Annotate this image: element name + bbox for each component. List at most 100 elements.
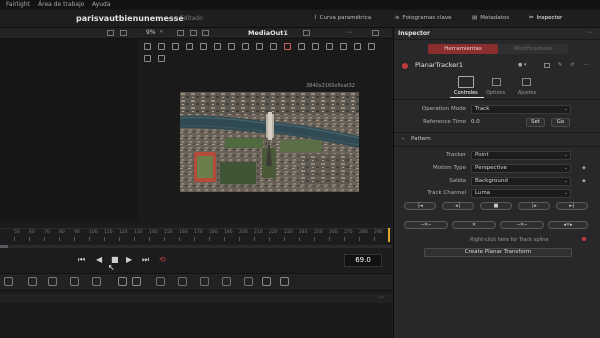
tab-tools[interactable]: Herramientas [428,44,498,54]
shape-options-icon[interactable] [368,43,375,50]
video-frame[interactable] [180,92,359,192]
options-tab-icon[interactable] [492,78,501,86]
tracker-select[interactable]: Point ⌄ [471,151,571,160]
loop-icon[interactable]: ⟲ [159,255,166,264]
smooth-point-icon[interactable] [298,43,305,50]
reference-time-value[interactable]: 0.0 [471,119,480,125]
inspector-more-icon[interactable]: ⋯ [586,29,592,36]
tab-modifiers[interactable]: Modificadores [498,44,568,54]
menu-help[interactable]: Ayuda [92,1,111,8]
zoom-caret-icon[interactable]: ▾ [160,29,163,35]
viewer-layout-icon[interactable] [107,30,114,36]
subtab-options[interactable]: Options [486,90,505,96]
polygon-tool-icon[interactable] [186,43,193,50]
node-color-icon[interactable]: ● ▾ [518,62,526,68]
track-forward-button[interactable]: │▸ [518,202,550,210]
tracker-point-icon[interactable] [284,43,291,50]
track-to-end-button[interactable]: ▸┤ [556,202,588,210]
play-icon[interactable]: ▶ [126,255,132,264]
operation-mode-select[interactable]: Track ⌄ [471,105,571,114]
node-enable-icon[interactable] [402,63,408,69]
subtab-settings[interactable]: Ajustes [518,90,536,96]
node-menu-icon[interactable]: ⋯ [584,62,589,68]
node-editor[interactable] [0,303,392,338]
inspector-button[interactable]: ✂ Inspector [529,15,562,21]
blur-icon[interactable] [92,277,101,286]
polygon-icon[interactable] [200,277,209,286]
delete-point-icon[interactable] [326,43,333,50]
go-to-end-icon[interactable]: ⏭ [142,255,149,265]
node-more-icon[interactable]: ⋯ [378,294,384,301]
paint-icon[interactable] [244,277,253,286]
node-lock-icon[interactable]: ✎ [558,62,562,68]
stop-tracking-button[interactable]: ■ [480,202,512,210]
node-version-icon[interactable] [544,63,550,68]
settings-tab-icon[interactable] [522,78,531,86]
track-to-start-button[interactable]: ├◂ [404,202,436,210]
crop-icon[interactable] [28,277,37,286]
trim-button[interactable]: ✕ [452,221,496,229]
mask-rect-icon[interactable] [156,277,165,286]
metadata-button[interactable]: ▤ Metadatos [472,15,509,21]
pattern-section[interactable]: Pattern [411,136,431,142]
track-channel-select[interactable]: Luma ⌄ [471,189,571,198]
text-icon[interactable] [118,277,127,286]
rectangle-tool-icon[interactable] [214,43,221,50]
project-dropdown-icon[interactable]: ⌄ [166,13,172,21]
select-tool-icon[interactable] [242,43,249,50]
create-planar-transform-button[interactable]: Create Planar Transform [424,248,572,257]
motion-type-keyframe-icon[interactable]: ◆ [582,165,586,171]
menu-workspace[interactable]: Área de trabajo [38,1,84,8]
playhead-end-marker[interactable] [388,228,390,242]
hand-tool-icon[interactable] [158,43,165,50]
play-reverse-icon[interactable]: ◀ [96,255,102,264]
viewer-node-caret-icon[interactable]: ▾ [285,29,288,35]
motion-type-select[interactable]: Perspective ⌄ [471,164,571,173]
zoom-select[interactable]: 9% [146,29,156,36]
keyframes-button[interactable]: ≋ Fotogramas clave [395,15,452,21]
current-frame-field[interactable]: 69.0 [344,254,382,267]
planar-tracker-icon[interactable] [280,277,289,286]
fit-icon[interactable] [177,30,184,36]
ellipse-tool-icon[interactable] [228,43,235,50]
linear-point-icon[interactable] [312,43,319,50]
tracker-icon[interactable] [262,277,271,286]
trim-after-button[interactable]: ─✕─ [500,221,544,229]
close-shape-icon[interactable] [340,43,347,50]
go-button[interactable]: Go [551,118,570,127]
invert-shape-icon[interactable] [354,43,361,50]
pen-tool-icon[interactable] [144,55,151,62]
viewer-more-icon[interactable]: ⋯ [346,29,352,36]
nudge-tool-icon[interactable] [158,55,165,62]
spline-button[interactable]: ⌇ Curva paramétrica [314,15,371,21]
roi-icon[interactable] [190,30,197,36]
trim-before-button[interactable]: ─✕─ [404,221,448,229]
background-icon[interactable] [132,277,141,286]
output-keyframe-icon[interactable]: ◆ [582,178,586,184]
modify-point-icon[interactable] [270,43,277,50]
menu-fairlight[interactable]: Fairlight [6,1,30,8]
timeline-scrub-bar[interactable] [0,245,392,248]
insert-point-icon[interactable] [256,43,263,50]
viewer-split-icon[interactable] [120,30,127,36]
subtab-controls[interactable]: Controles [454,90,478,96]
timeline-ruler[interactable]: 50 60 70 80 90 100 110 120 130 140 150 160 170 180 190… [0,228,392,241]
mask-ellipse-icon[interactable] [178,277,187,286]
track-spline-hint[interactable]: Right-click here for Track spline [470,237,549,243]
lut-icon[interactable] [202,30,209,36]
viewer-maximize-icon[interactable] [372,30,379,36]
controls-tab-icon[interactable] [458,76,474,88]
clear-track-button[interactable]: ◂✕▸ [548,221,588,229]
pattern-expand-icon[interactable]: › [402,136,404,142]
node-reset-icon[interactable]: ↺ [570,62,574,68]
resize-icon[interactable] [70,277,79,286]
transform-icon[interactable] [4,277,13,286]
zoom-tool-icon[interactable] [172,43,179,50]
bspline-icon[interactable] [222,277,231,286]
track-tool-icon[interactable] [144,43,151,50]
track-backward-button[interactable]: ◂│ [442,202,474,210]
bspline-tool-icon[interactable] [200,43,207,50]
merge-icon[interactable] [48,277,57,286]
go-to-start-icon[interactable]: ⏮ [78,255,85,265]
set-button[interactable]: Set [526,118,545,127]
